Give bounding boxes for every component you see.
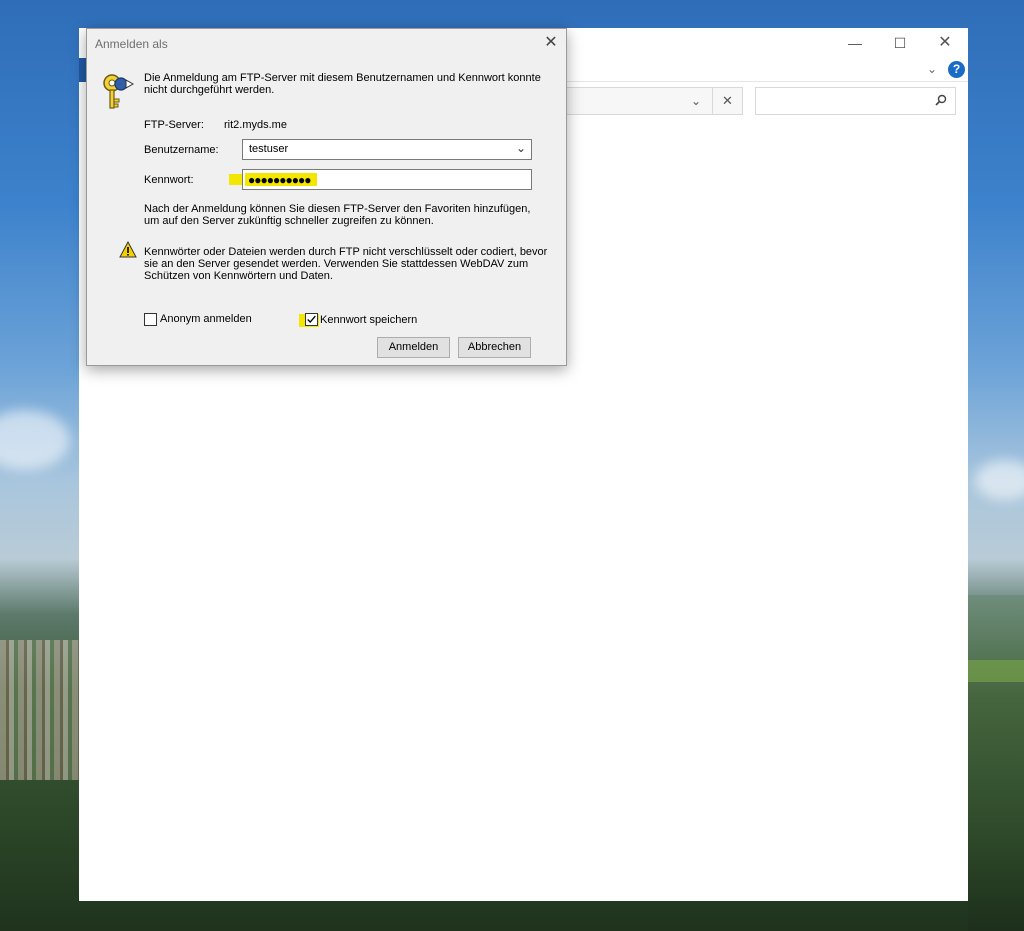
warning-icon: [119, 241, 137, 258]
dialog-title: Anmelden als: [95, 37, 168, 51]
chevron-down-icon[interactable]: ⌄: [927, 62, 937, 76]
search-input[interactable]: [755, 87, 956, 115]
security-warning: Kennwörter oder Dateien werden durch FTP…: [144, 246, 548, 282]
chevron-down-icon[interactable]: ⌄: [691, 94, 701, 108]
username-value: testuser: [249, 143, 289, 155]
desktop-cloud: [0, 410, 70, 470]
search-icon: [935, 94, 947, 106]
chevron-down-icon[interactable]: ⌄: [516, 141, 526, 155]
minimize-icon[interactable]: —: [842, 32, 868, 54]
password-mask: ●●●●●●●●●●: [248, 173, 311, 187]
password-input[interactable]: ●●●●●●●●●●: [242, 169, 532, 190]
username-label: Benutzername:: [144, 144, 219, 156]
anonymous-checkbox[interactable]: [144, 313, 157, 326]
close-icon[interactable]: ✕: [539, 32, 563, 54]
error-message: Die Anmeldung am FTP-Server mit diesem B…: [144, 72, 541, 96]
desktop-village: [0, 640, 80, 780]
checkmark-icon: [307, 315, 316, 324]
save-password-label[interactable]: Kennwort speichern: [320, 314, 417, 326]
close-icon[interactable]: ✕: [932, 32, 958, 54]
username-combobox[interactable]: testuser ⌄: [242, 139, 532, 160]
save-password-checkbox[interactable]: [305, 313, 318, 326]
address-clear-button[interactable]: ✕: [712, 87, 742, 115]
favorites-info: Nach der Anmeldung können Sie diesen FTP…: [144, 203, 531, 227]
desktop-field: [968, 660, 1024, 682]
login-button[interactable]: Anmelden: [377, 337, 450, 358]
server-label: FTP-Server:: [144, 119, 204, 131]
password-label: Kennwort:: [144, 174, 194, 186]
server-value: rit2.myds.me: [224, 119, 287, 131]
desktop-cloud: [975, 460, 1024, 500]
help-icon[interactable]: ?: [948, 61, 965, 78]
desktop-hill: [968, 595, 1024, 931]
highlight-marker: [229, 174, 243, 185]
anonymous-label[interactable]: Anonym anmelden: [160, 313, 252, 325]
maximize-icon[interactable]: ☐: [887, 32, 913, 54]
login-dialog: Anmelden als ✕ Die Anmeldung am FTP-Serv…: [86, 28, 567, 366]
cancel-button[interactable]: Abbrechen: [458, 337, 531, 358]
key-icon: [103, 74, 135, 109]
